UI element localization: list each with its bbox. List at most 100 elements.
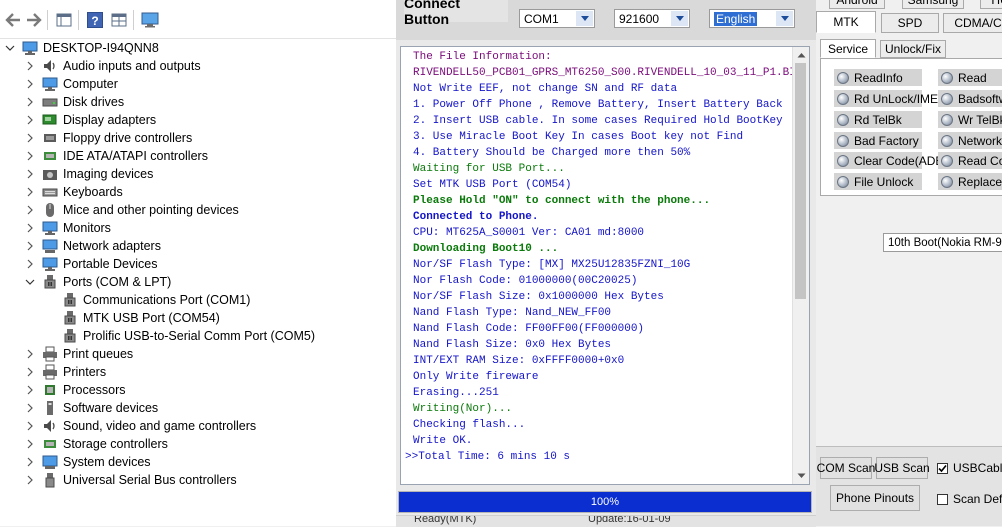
chevron-right-icon[interactable]	[24, 132, 36, 144]
read-telbook-button[interactable]: Rd TelBk	[834, 111, 922, 128]
chevron-right-icon[interactable]	[24, 366, 36, 378]
com-port-select[interactable]: COM1	[519, 9, 595, 28]
tree-category-imaging[interactable]: Imaging devices	[24, 165, 153, 183]
dropdown-arrow-icon[interactable]	[576, 11, 593, 26]
tree-category-system[interactable]: System devices	[24, 453, 151, 471]
chevron-down-icon[interactable]	[4, 42, 16, 54]
tree-category-ide[interactable]: IDE ATA/ATAPI controllers	[24, 147, 208, 165]
tree-category-processors[interactable]: Processors	[24, 381, 126, 399]
chevron-right-icon[interactable]	[24, 150, 36, 162]
checkbox-box[interactable]	[937, 493, 948, 505]
tab-android[interactable]: Android	[829, 0, 885, 9]
read-button[interactable]: Read	[938, 69, 1002, 86]
usb-scan-button[interactable]: USB Scan	[874, 457, 930, 479]
tree-category-disk-drives[interactable]: Disk drives	[24, 93, 124, 111]
back-arrow-icon[interactable]	[4, 11, 22, 29]
help-icon[interactable]: ?	[86, 11, 104, 29]
boot-select[interactable]: 10th Boot(Nokia RM-96	[883, 233, 1002, 252]
tree-category-display-adapters[interactable]: Display adapters	[24, 111, 156, 129]
tree-category-portable[interactable]: Portable Devices	[24, 255, 158, 273]
bad-factory-button[interactable]: Bad Factory	[834, 132, 922, 149]
view-grid-icon[interactable]	[110, 11, 128, 29]
file-unlock-button[interactable]: File Unlock	[834, 173, 922, 190]
subtab-service[interactable]: Service	[820, 39, 876, 58]
chevron-right-icon[interactable]	[24, 420, 36, 432]
dropdown-arrow-icon[interactable]	[776, 11, 793, 26]
chevron-right-icon[interactable]	[24, 222, 36, 234]
chevron-right-icon[interactable]	[24, 348, 36, 360]
chevron-right-icon[interactable]	[24, 240, 36, 252]
tree-category-network[interactable]: Network adapters	[24, 237, 161, 255]
tree-category-storage[interactable]: Storage controllers	[24, 435, 168, 453]
chevron-right-icon[interactable]	[24, 258, 36, 270]
monitor-scan-icon[interactable]	[141, 11, 159, 29]
chevron-right-icon[interactable]	[24, 438, 36, 450]
dropdown-arrow-icon[interactable]	[671, 11, 688, 26]
chevron-right-icon[interactable]	[24, 114, 36, 126]
chevron-right-icon[interactable]	[24, 456, 36, 468]
tree-root[interactable]: DESKTOP-I94QNN8	[4, 39, 159, 57]
tree-category-keyboards[interactable]: Keyboards	[24, 183, 123, 201]
chevron-down-icon[interactable]	[24, 276, 36, 288]
tree-category-computer[interactable]: Computer	[24, 75, 118, 93]
connect-button[interactable]: Connect Button	[404, 0, 508, 27]
tab-mtk[interactable]: MTK	[816, 11, 876, 33]
port-item-com5[interactable]: Prolific USB-to-Serial Comm Port (COM5)	[62, 327, 315, 345]
tree-category-audio[interactable]: Audio inputs and outputs	[24, 57, 201, 75]
tree-category-label: Universal Serial Bus controllers	[63, 473, 237, 487]
flash-tool-window: Connect Button COM1 921600 English The F…	[396, 0, 1002, 527]
tree-category-printers[interactable]: Printers	[24, 363, 106, 381]
tab-samsung[interactable]: Samsung	[902, 0, 964, 9]
chevron-right-icon[interactable]	[24, 384, 36, 396]
chevron-right-icon[interactable]	[24, 96, 36, 108]
chevron-right-icon[interactable]	[24, 186, 36, 198]
software-device-icon	[42, 400, 58, 416]
log-line: Waiting for USB Port...	[413, 163, 565, 175]
tree-category-ports[interactable]: Ports (COM & LPT)	[24, 273, 171, 291]
tree-category-usb[interactable]: Universal Serial Bus controllers	[24, 471, 237, 489]
clear-code-adb-button[interactable]: Clear Code(ADB)	[834, 152, 947, 169]
write-telbook-button[interactable]: Wr TelBk	[938, 111, 1002, 128]
com-scan-button[interactable]: COM Scan	[817, 457, 875, 479]
tree-category-mice[interactable]: Mice and other pointing devices	[24, 201, 239, 219]
tab-huawei[interactable]: HU	[980, 0, 1002, 9]
usb-cable-checkbox[interactable]: USBCable	[937, 461, 1002, 475]
tree-category-sound[interactable]: Sound, video and game controllers	[24, 417, 256, 435]
subtab-unlock-fix[interactable]: Unlock/Fix	[880, 40, 946, 58]
chevron-right-icon[interactable]	[24, 78, 36, 90]
tab-spd[interactable]: SPD	[881, 13, 939, 33]
status-mode: Ready(MTK)	[414, 515, 477, 525]
tree-category-monitors[interactable]: Monitors	[24, 219, 111, 237]
tree-category-print-queues[interactable]: Print queues	[24, 345, 133, 363]
port-item-com1[interactable]: Communications Port (COM1)	[62, 291, 250, 309]
scroll-up-arrow-icon[interactable]	[793, 47, 809, 63]
port-item-com54[interactable]: MTK USB Port (COM54)	[62, 309, 220, 327]
progress-bar: 100%	[398, 491, 812, 513]
mouse-icon	[42, 202, 58, 218]
checkmark-icon[interactable]	[937, 462, 948, 474]
forward-arrow-icon[interactable]	[25, 11, 43, 29]
replace-button[interactable]: Replace	[938, 173, 1002, 190]
scroll-thumb[interactable]	[795, 63, 806, 299]
read-code-button[interactable]: Read Co	[938, 152, 1002, 169]
chevron-right-icon[interactable]	[24, 204, 36, 216]
tree-category-floppy[interactable]: Floppy drive controllers	[24, 129, 192, 147]
scan-def-checkbox[interactable]: Scan Def	[937, 492, 1002, 506]
tree-category-software[interactable]: Software devices	[24, 399, 158, 417]
tree-category-label: Audio inputs and outputs	[63, 59, 201, 73]
read-unlock-imei-button[interactable]: Rd UnLock/IMEI	[834, 90, 941, 107]
chevron-right-icon[interactable]	[24, 474, 36, 486]
chevron-right-icon[interactable]	[24, 402, 36, 414]
scroll-down-arrow-icon[interactable]	[793, 468, 809, 484]
baud-rate-select[interactable]: 921600	[614, 9, 690, 28]
read-info-button[interactable]: ReadInfo	[834, 69, 922, 86]
chevron-right-icon[interactable]	[24, 168, 36, 180]
badsoftware-button[interactable]: Badsoftw	[938, 90, 1002, 107]
tab-cdma[interactable]: CDMA/C	[943, 13, 1002, 33]
phone-pinouts-button[interactable]: Phone Pinouts	[830, 485, 920, 511]
chevron-right-icon[interactable]	[24, 60, 36, 72]
log-scrollbar[interactable]	[792, 47, 809, 484]
network-button[interactable]: Network	[938, 132, 1002, 149]
properties-grid-icon[interactable]	[55, 11, 73, 29]
language-select[interactable]: English	[709, 9, 795, 28]
